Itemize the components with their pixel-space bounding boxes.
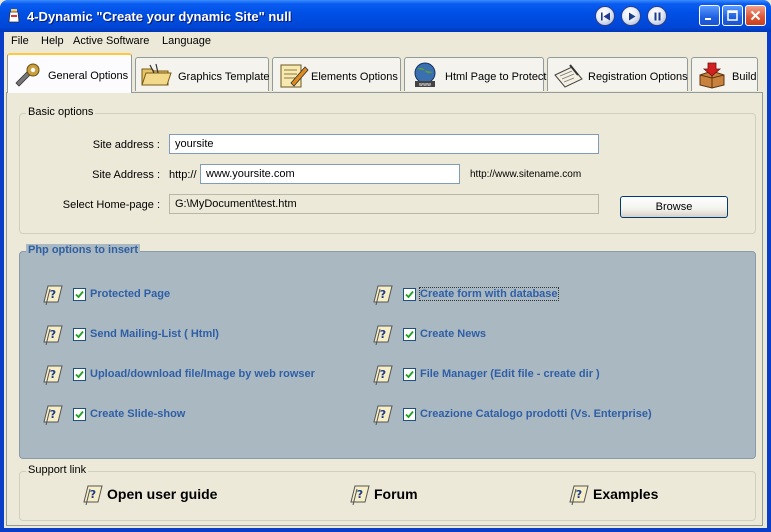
- tab-general-options-label: General Options: [48, 70, 129, 82]
- help-icon: ?: [43, 405, 63, 426]
- tab-graphics-template[interactable]: Graphics Template: [135, 57, 270, 91]
- menu-language[interactable]: Language: [162, 35, 211, 47]
- site-url-prefix: http://: [169, 169, 197, 181]
- globe-www-icon: www: [414, 62, 436, 88]
- tab-elements-options-label: Elements Options: [311, 71, 398, 83]
- site-url-label: Site Address :: [92, 169, 160, 181]
- site-url-input[interactable]: www.yoursite.com: [200, 164, 460, 184]
- option-label: Protected Page: [90, 288, 171, 300]
- svg-text:www: www: [419, 82, 431, 88]
- tab-build-label: Build: [732, 71, 757, 83]
- maximize-button[interactable]: [722, 5, 743, 26]
- mailing-list-checkbox[interactable]: [73, 328, 86, 341]
- browse-button[interactable]: Browse: [620, 196, 728, 218]
- site-address-input[interactable]: yoursite: [169, 134, 599, 154]
- php-options-title: Php options to insert: [26, 244, 140, 256]
- option-label: Creazione Catalogo prodotti (Vs. Enterpr…: [420, 408, 652, 420]
- svg-text:?: ?: [380, 288, 386, 301]
- tab-general-options[interactable]: General Options: [7, 53, 132, 93]
- protected-page-checkbox[interactable]: [73, 288, 86, 301]
- svg-text:?: ?: [50, 328, 56, 341]
- general-options-panel: Basic options Site address : yoursite Si…: [6, 92, 763, 526]
- notepad-pencil-icon: [280, 64, 309, 88]
- homepage-path-field: G:\MyDocument\test.htm: [169, 194, 599, 214]
- open-folder-icon: [141, 63, 172, 86]
- menu-help[interactable]: Help: [41, 35, 64, 47]
- open-user-guide-label: Open user guide: [107, 486, 218, 502]
- close-icon: [750, 10, 761, 21]
- create-news-checkbox[interactable]: [403, 328, 416, 341]
- menu-active-software[interactable]: Active Software: [73, 35, 149, 47]
- gear-wrench-icon: [15, 63, 40, 87]
- svg-text:?: ?: [380, 368, 386, 381]
- help-icon: ?: [373, 285, 393, 306]
- help-icon: ?: [43, 285, 63, 306]
- window-title: 4-Dynamic "Create your dynamic Site" nul…: [27, 9, 292, 24]
- tab-html-page-to-protect[interactable]: www Html Page to Protect: [404, 57, 547, 91]
- svg-text:?: ?: [50, 288, 56, 301]
- menu-file[interactable]: File: [11, 35, 29, 47]
- slide-show-checkbox[interactable]: [73, 408, 86, 421]
- file-manager-checkbox[interactable]: [403, 368, 416, 381]
- basic-options-group: Basic options Site address : yoursite Si…: [19, 106, 756, 234]
- tab-registration-options-label: Registration Options: [588, 71, 688, 83]
- option-label: Create News: [420, 328, 487, 340]
- help-icon: ?: [43, 365, 63, 386]
- option-label: Create form with database: [419, 287, 559, 301]
- help-icon: ?: [569, 485, 589, 506]
- basic-options-title: Basic options: [26, 106, 96, 118]
- tab-registration-options[interactable]: Registration Options: [547, 57, 688, 91]
- play-button[interactable]: [621, 6, 641, 26]
- title-bar[interactable]: 4-Dynamic "Create your dynamic Site" nul…: [0, 0, 771, 32]
- help-icon: ?: [373, 405, 393, 426]
- php-options-group: Php options to insert ? Protected Page ?…: [19, 244, 756, 459]
- svg-text:?: ?: [357, 488, 363, 501]
- tab-build[interactable]: Build: [691, 57, 758, 91]
- svg-text:?: ?: [380, 408, 386, 421]
- tab-strip: General Options Graphics Template Elemen…: [4, 53, 767, 93]
- pause-icon: [654, 12, 661, 21]
- option-label: Send Mailing-List ( Html): [90, 328, 219, 340]
- site-url-hint: http://www.sitename.com: [470, 169, 582, 180]
- help-icon: ?: [373, 365, 393, 386]
- tab-html-page-to-protect-label: Html Page to Protect: [445, 71, 547, 83]
- svg-text:?: ?: [50, 408, 56, 421]
- help-icon: ?: [373, 325, 393, 346]
- upload-download-checkbox[interactable]: [73, 368, 86, 381]
- client-area: File Help Active Software Language Gener…: [4, 32, 767, 528]
- option-label: Upload/download file/Image by web rowser: [90, 368, 315, 380]
- help-icon: ?: [83, 485, 103, 506]
- svg-text:?: ?: [380, 328, 386, 341]
- app-icon: [8, 9, 20, 23]
- maximize-icon: [727, 10, 738, 21]
- app-window: 4-Dynamic "Create your dynamic Site" nul…: [0, 0, 771, 532]
- play-icon: [629, 12, 636, 21]
- create-form-checkbox[interactable]: [403, 288, 416, 301]
- option-label: File Manager (Edit file - create dir ): [420, 368, 600, 380]
- skip-back-icon: [601, 12, 610, 21]
- minimize-icon: [705, 18, 711, 20]
- package-box-icon: [699, 62, 725, 89]
- forum-label: Forum: [374, 486, 418, 502]
- menu-bar: File Help Active Software Language: [4, 32, 767, 50]
- catalogo-checkbox[interactable]: [403, 408, 416, 421]
- homepage-label: Select Home-page :: [62, 199, 160, 211]
- tab-elements-options[interactable]: Elements Options: [272, 57, 401, 91]
- help-icon: ?: [350, 485, 370, 506]
- svg-text:?: ?: [576, 488, 582, 501]
- skip-back-button[interactable]: [595, 6, 615, 26]
- close-button[interactable]: [745, 5, 766, 26]
- support-link-group: Support link ? Open user guide ? Forum ?…: [19, 464, 756, 521]
- option-label: Create Slide-show: [90, 408, 186, 420]
- tab-graphics-template-label: Graphics Template: [178, 71, 270, 83]
- svg-text:?: ?: [90, 488, 96, 501]
- svg-text:?: ?: [50, 368, 56, 381]
- support-link-title: Support link: [26, 464, 89, 476]
- pause-button[interactable]: [647, 6, 667, 26]
- site-address-label: Site address :: [92, 139, 160, 151]
- form-pen-icon: [554, 64, 583, 88]
- help-icon: ?: [43, 325, 63, 346]
- minimize-button[interactable]: [699, 5, 720, 26]
- examples-label: Examples: [593, 486, 659, 502]
